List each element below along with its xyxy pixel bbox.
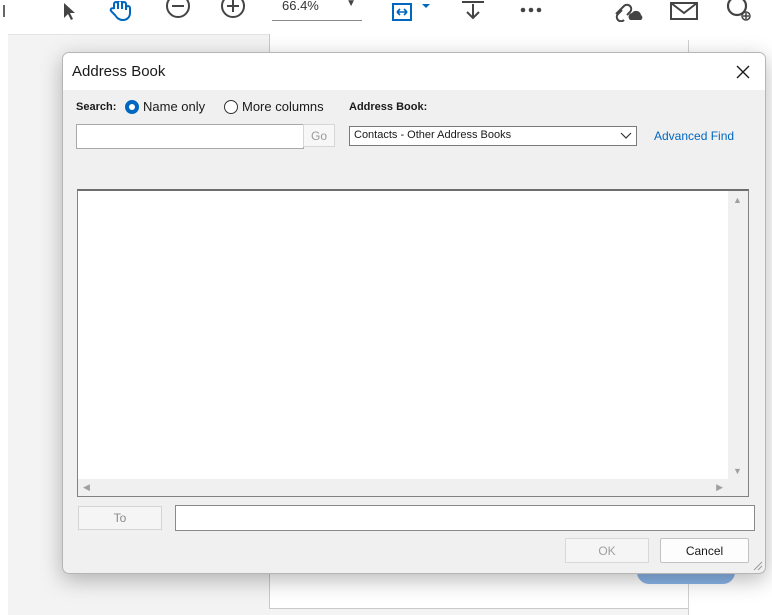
close-button[interactable] — [721, 53, 765, 90]
zoom-out-icon[interactable] — [163, 0, 193, 22]
zoom-in-icon[interactable] — [218, 0, 248, 22]
add-user-icon[interactable] — [724, 0, 756, 22]
hand-pan-icon[interactable] — [106, 0, 138, 22]
address-book-select[interactable]: Contacts - Other Address Books — [349, 126, 637, 146]
to-button[interactable]: To — [78, 506, 162, 530]
chevron-down-icon[interactable]: ▼ — [346, 0, 356, 9]
sidebar-toggle-icon[interactable] — [0, 0, 10, 22]
to-field[interactable] — [175, 505, 755, 531]
dialog-title: Address Book — [72, 63, 166, 80]
resize-grip-icon[interactable] — [751, 559, 763, 571]
zoom-level-value: 66.4% — [282, 0, 319, 13]
radio-unselected-icon — [224, 99, 238, 114]
address-book-selected: Contacts - Other Address Books — [354, 129, 512, 141]
search-label: Search: — [76, 101, 117, 113]
left-panel-edge — [0, 34, 8, 615]
radio-name-only-label: Name only — [143, 99, 206, 114]
scroll-left-icon[interactable]: ◀ — [83, 482, 90, 493]
radio-name-only[interactable]: Name only — [125, 99, 205, 114]
contacts-list[interactable]: ▲ ▼ ◀ ▶ — [77, 189, 749, 497]
more-icon[interactable] — [516, 0, 546, 22]
cancel-button[interactable]: Cancel — [660, 538, 749, 563]
ok-button[interactable]: OK — [565, 538, 649, 563]
address-book-label: Address Book: — [349, 101, 428, 113]
scroll-down-icon[interactable]: ▼ — [733, 466, 742, 476]
address-book-dialog: Address Book Search: Name only More colu… — [62, 52, 766, 574]
fit-page-icon[interactable] — [388, 0, 434, 22]
scroll-right-icon[interactable]: ▶ — [716, 482, 723, 493]
search-input[interactable] — [76, 124, 304, 149]
app-toolbar: 66.4% ▼ — [0, 0, 772, 35]
vertical-scrollbar[interactable]: ▲ ▼ — [728, 191, 748, 480]
zoom-level-field[interactable]: 66.4% ▼ — [272, 0, 362, 21]
radio-more-columns-label: More columns — [242, 99, 324, 114]
download-icon[interactable] — [458, 0, 488, 22]
radio-more-columns[interactable]: More columns — [224, 99, 324, 114]
dialog-titlebar[interactable]: Address Book — [63, 53, 765, 90]
link-cloud-icon[interactable] — [612, 0, 644, 22]
radio-selected-icon — [125, 99, 139, 114]
chevron-down-icon — [620, 127, 632, 150]
close-icon — [736, 65, 750, 78]
go-button[interactable]: Go — [303, 124, 335, 147]
advanced-find-link[interactable]: Advanced Find — [654, 129, 734, 143]
scroll-up-icon[interactable]: ▲ — [733, 195, 742, 205]
mail-icon[interactable] — [668, 0, 700, 22]
select-pointer-icon[interactable] — [56, 0, 82, 22]
horizontal-scrollbar[interactable]: ◀ ▶ — [78, 479, 728, 496]
scroll-corner — [728, 479, 748, 496]
